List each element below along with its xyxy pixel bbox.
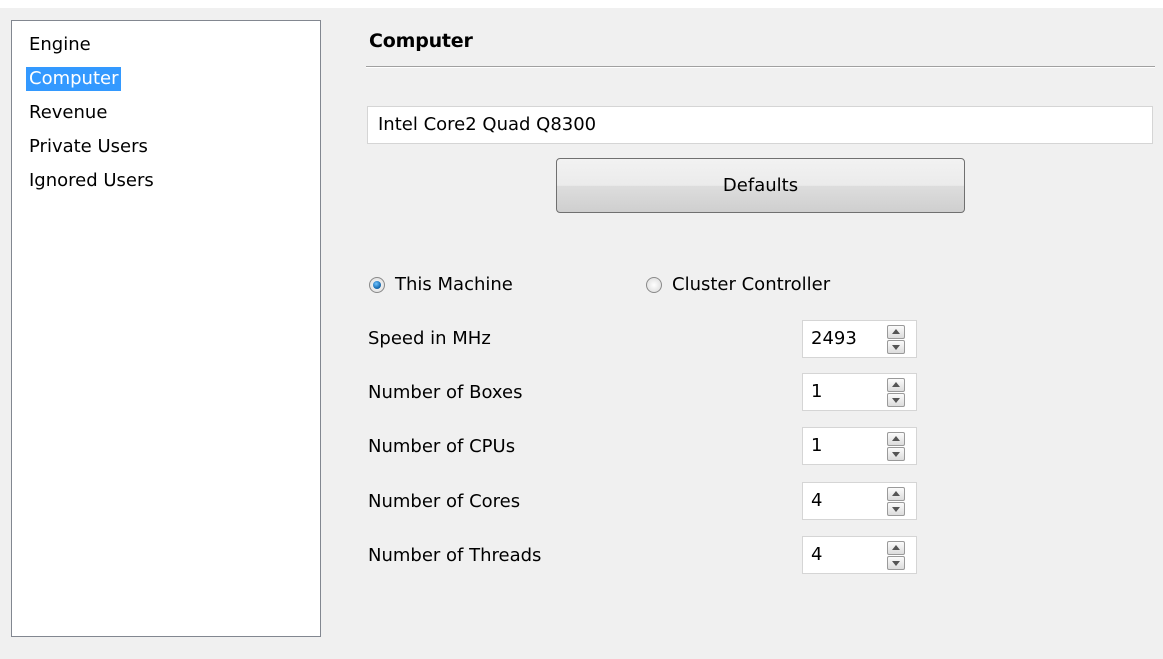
cpus-input[interactable]: 1 bbox=[802, 427, 874, 465]
cpus-stepper[interactable]: 1 bbox=[802, 427, 917, 465]
threads-input[interactable]: 4 bbox=[802, 536, 874, 574]
nav-item-ignored-users[interactable]: Ignored Users bbox=[26, 169, 157, 193]
increment-arrow-icon[interactable] bbox=[887, 324, 905, 339]
nav-item-private-users[interactable]: Private Users bbox=[26, 135, 151, 159]
nav-item-revenue[interactable]: Revenue bbox=[26, 101, 110, 125]
threads-label: Number of Threads bbox=[368, 545, 542, 566]
increment-arrow-icon[interactable] bbox=[887, 377, 905, 392]
decrement-arrow-icon[interactable] bbox=[887, 339, 905, 354]
boxes-input[interactable]: 1 bbox=[802, 373, 874, 411]
radio-unchecked-icon[interactable] bbox=[646, 276, 662, 293]
decrement-arrow-icon[interactable] bbox=[887, 446, 905, 461]
section-title: Computer bbox=[369, 30, 473, 52]
boxes-label: Number of Boxes bbox=[368, 382, 523, 403]
nav-item-engine[interactable]: Engine bbox=[26, 33, 94, 57]
nav-item-computer[interactable]: Computer bbox=[26, 67, 122, 91]
radio-this-machine[interactable]: This Machine bbox=[369, 274, 513, 295]
radio-checked-icon[interactable] bbox=[369, 276, 385, 293]
increment-arrow-icon[interactable] bbox=[887, 486, 905, 501]
cores-label: Number of Cores bbox=[368, 491, 521, 512]
cpu-name-field[interactable]: Intel Core2 Quad Q8300 bbox=[367, 106, 1153, 144]
defaults-button[interactable]: Defaults bbox=[556, 158, 965, 213]
cores-input[interactable]: 4 bbox=[802, 482, 874, 520]
section-divider bbox=[366, 66, 1155, 68]
decrement-arrow-icon[interactable] bbox=[887, 501, 905, 516]
speed-label: Speed in MHz bbox=[368, 328, 491, 349]
cores-stepper[interactable]: 4 bbox=[802, 482, 917, 520]
radio-cluster-controller-label: Cluster Controller bbox=[672, 274, 831, 295]
category-list[interactable]: Engine Computer Revenue Private Users Ig… bbox=[11, 20, 321, 637]
decrement-arrow-icon[interactable] bbox=[887, 392, 905, 407]
increment-arrow-icon[interactable] bbox=[887, 540, 905, 555]
threads-stepper[interactable]: 4 bbox=[802, 536, 917, 574]
boxes-stepper[interactable]: 1 bbox=[802, 373, 917, 411]
speed-input[interactable]: 2493 bbox=[802, 320, 874, 358]
cpus-label: Number of CPUs bbox=[368, 436, 516, 457]
radio-this-machine-label: This Machine bbox=[395, 274, 513, 295]
decrement-arrow-icon[interactable] bbox=[887, 555, 905, 570]
radio-cluster-controller[interactable]: Cluster Controller bbox=[646, 274, 830, 295]
speed-stepper[interactable]: 2493 bbox=[802, 320, 917, 358]
increment-arrow-icon[interactable] bbox=[887, 431, 905, 446]
